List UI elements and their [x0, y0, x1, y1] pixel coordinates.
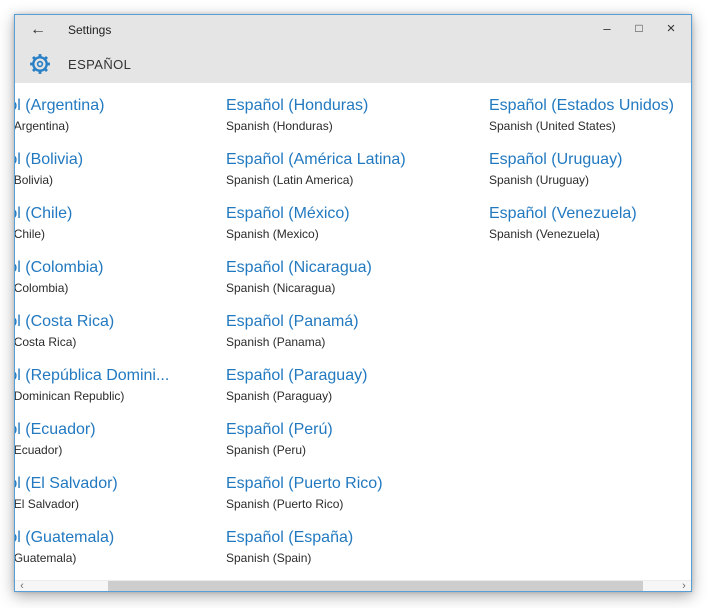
language-subtitle: Spanish (Chile) [15, 227, 46, 241]
maximize-icon: □ [635, 21, 643, 35]
language-subtitle: Spanish (Argentina) [15, 119, 70, 133]
page-title: ESPAÑOL [68, 56, 132, 72]
language-subtitle: Spanish (Uruguay) [489, 173, 590, 187]
chevron-left-icon: ‹ [20, 580, 24, 592]
language-subtitle: Spanish (Nicaragua) [226, 281, 336, 295]
language-title: Español (América Latina) [226, 151, 406, 168]
language-item[interactable]: Español (Nicaragua) Spanish (Nicaragua) [226, 258, 489, 312]
language-title: Español (Costa Rica) [15, 313, 115, 330]
language-title: Español (Bolivia) [15, 151, 84, 168]
language-title: Español (Ecuador) [15, 421, 96, 438]
language-item[interactable]: Español (Costa Rica) Spanish (Costa Rica… [15, 312, 226, 366]
language-subtitle: Spanish (Panama) [226, 335, 326, 349]
language-subtitle: Spanish (Mexico) [226, 227, 319, 241]
language-title: Español (Argentina) [15, 97, 105, 114]
language-subtitle: Spanish (Peru) [226, 443, 307, 457]
language-item[interactable]: Español (Argentina) Spanish (Argentina) [15, 96, 226, 150]
language-title: Español (Puerto Rico) [226, 475, 383, 492]
language-item[interactable]: Español (México) Spanish (Mexico) [226, 204, 489, 258]
language-subtitle: Spanish (Dominican Republic) [15, 389, 125, 403]
maximize-button[interactable]: □ [623, 13, 655, 43]
language-title: Español (República Domini... [15, 367, 170, 384]
back-button[interactable]: ← [23, 15, 53, 45]
language-title: Español (Honduras) [226, 97, 369, 114]
language-item[interactable]: Español (El Salvador) Spanish (El Salvad… [15, 474, 226, 528]
language-item[interactable]: Español (Honduras) Spanish (Honduras) [226, 96, 489, 150]
language-subtitle: Spanish (Spain) [226, 551, 312, 565]
language-title: Español (Paraguay) [226, 367, 368, 384]
language-subtitle: Spanish (El Salvador) [15, 497, 80, 511]
close-icon: × [666, 19, 676, 37]
language-title: Español (Estados Unidos) [489, 97, 674, 114]
language-title: Español (Nicaragua) [226, 259, 372, 276]
language-subtitle: Spanish (Colombia) [15, 281, 69, 295]
language-item[interactable]: Español (Colombia) Spanish (Colombia) [15, 258, 226, 312]
chevron-right-icon: › [682, 580, 686, 592]
language-subtitle: Spanish (Bolivia) [15, 173, 54, 187]
language-item[interactable]: Español (República Domini... Spanish (Do… [15, 366, 226, 420]
language-title: Español (El Salvador) [15, 475, 118, 492]
language-item[interactable]: Español (Venezuela) Spanish (Venezuela) [489, 204, 691, 258]
language-subtitle: Spanish (Ecuador) [15, 443, 63, 457]
language-title: Español (Perú) [226, 421, 333, 438]
scroll-left-arrow[interactable]: ‹ [15, 580, 29, 592]
language-item[interactable]: Español (Chile) Spanish (Chile) [15, 204, 226, 258]
language-title: Español (Panamá) [226, 313, 359, 330]
language-title: Español (México) [226, 205, 350, 222]
language-grid: Español (Argentina) Spanish (Argentina) … [15, 96, 691, 580]
language-list-viewport: Español (Argentina) Spanish (Argentina) … [15, 83, 691, 580]
scrollbar-thumb[interactable] [108, 581, 643, 591]
gear-icon [30, 54, 50, 74]
language-item[interactable]: Español (América Latina) Spanish (Latin … [226, 150, 489, 204]
language-item[interactable]: Español (Estados Unidos) Spanish (United… [489, 96, 691, 150]
language-item[interactable]: Español (Perú) Spanish (Peru) [226, 420, 489, 474]
language-subtitle: Spanish (Puerto Rico) [226, 497, 344, 511]
title-bar: ← Settings – □ × [15, 15, 691, 45]
window-title: Settings [68, 23, 112, 37]
language-item[interactable]: Español (Paraguay) Spanish (Paraguay) [226, 366, 489, 420]
language-title: Español (Venezuela) [489, 205, 637, 222]
language-title: Español (Uruguay) [489, 151, 623, 168]
language-subtitle: Spanish (Venezuela) [489, 227, 600, 241]
page-header: ESPAÑOL [15, 45, 691, 83]
back-arrow-icon: ← [30, 21, 46, 38]
settings-window: ← Settings – □ × ESPAÑOL l (Argentina) (… [14, 14, 692, 592]
language-item[interactable]: Español (Guatemala) Spanish (Guatemala) [15, 528, 226, 580]
language-subtitle: Spanish (Costa Rica) [15, 335, 77, 349]
language-subtitle: Spanish (Paraguay) [226, 389, 333, 403]
horizontal-scrollbar[interactable]: ‹ › [15, 580, 691, 592]
scroll-right-arrow[interactable]: › [677, 580, 691, 592]
language-title: Español (España) [226, 529, 354, 546]
close-button[interactable]: × [655, 13, 687, 43]
language-item[interactable]: Español (Puerto Rico) Spanish (Puerto Ri… [226, 474, 489, 528]
language-item[interactable]: Español (Panamá) Spanish (Panama) [226, 312, 489, 366]
language-item[interactable]: Español (España) Spanish (Spain) [226, 528, 489, 580]
language-item[interactable]: Español (Ecuador) Spanish (Ecuador) [15, 420, 226, 474]
language-subtitle: Spanish (Guatemala) [15, 551, 77, 565]
minimize-button[interactable]: – [591, 13, 623, 47]
language-item[interactable]: Español (Bolivia) Spanish (Bolivia) [15, 150, 226, 204]
language-subtitle: Spanish (Latin America) [226, 173, 354, 187]
language-title: Español (Chile) [15, 205, 73, 222]
language-subtitle: Spanish (Honduras) [226, 119, 333, 133]
language-title: Español (Guatemala) [15, 529, 115, 546]
language-subtitle: Spanish (United States) [489, 119, 616, 133]
minimize-icon: – [603, 20, 611, 36]
window-controls: – □ × [591, 13, 687, 47]
language-item[interactable]: Español (Uruguay) Spanish (Uruguay) [489, 150, 691, 204]
language-title: Español (Colombia) [15, 259, 104, 276]
